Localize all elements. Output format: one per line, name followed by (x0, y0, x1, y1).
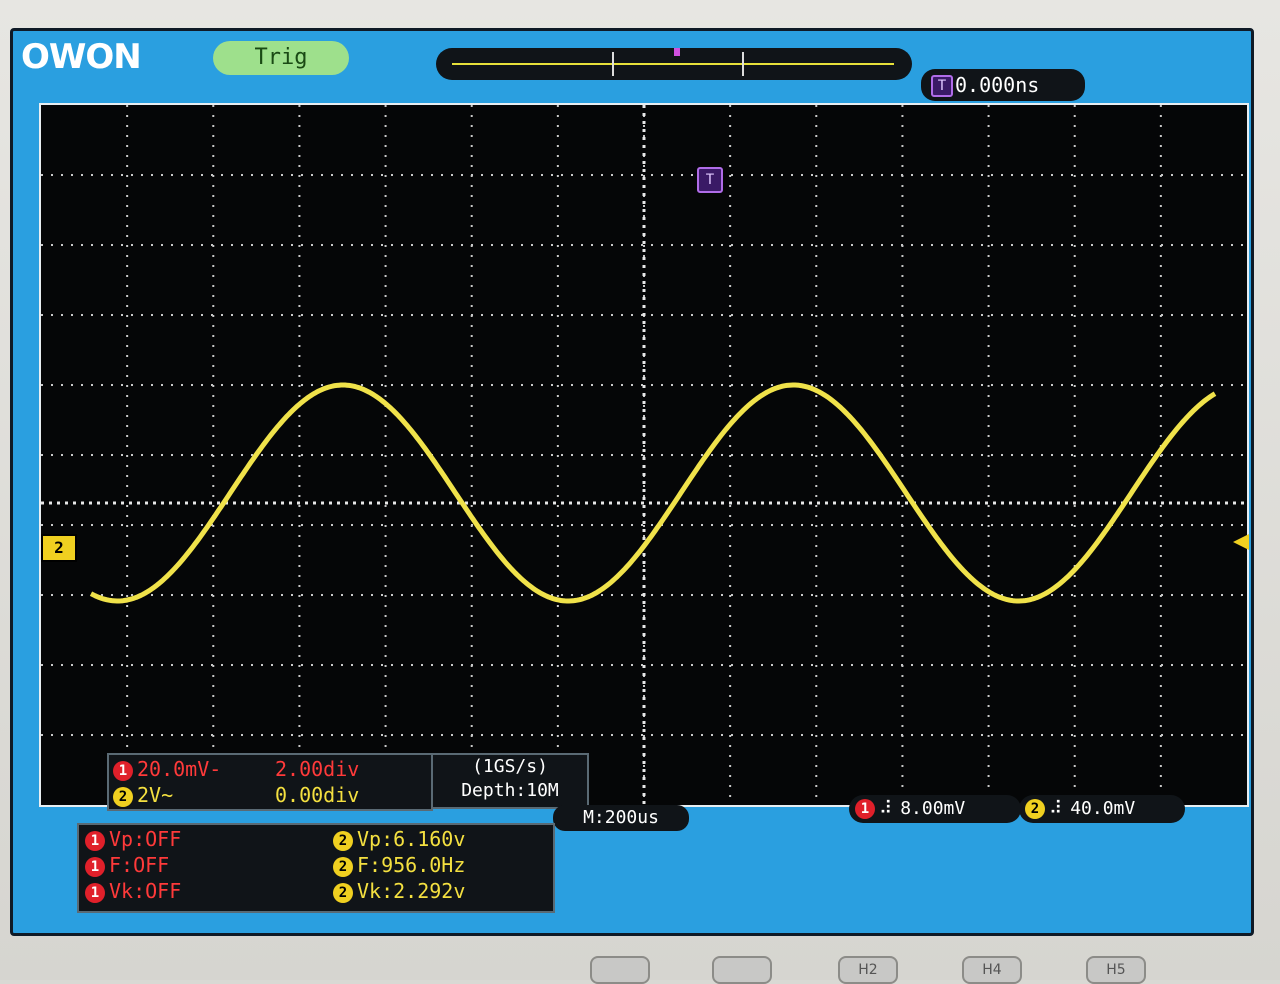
ch2-trigger-chip: 2 (1025, 799, 1045, 819)
trigger-t-icon: T (931, 75, 953, 97)
ch2-ground-marker[interactable]: 2 (41, 534, 77, 562)
timebase-readout: M:200us (553, 805, 689, 831)
memory-trigger-mark (674, 48, 680, 56)
trigger-status-badge: Trig (213, 41, 349, 75)
ch2-measure-f: 2 F:956.0Hz (333, 853, 465, 877)
ch2-chip: 2 (333, 831, 353, 851)
ch1-vp-value: Vp:OFF (109, 827, 182, 851)
owon-logo: OWON (21, 37, 142, 77)
graticule (41, 105, 1247, 805)
ch2-trigger-level: 40.0mV (1070, 798, 1136, 819)
ch1-trigger-chip: 1 (855, 799, 875, 819)
ch2-chip: 2 (113, 787, 133, 807)
ch2-waveform (89, 382, 1217, 604)
ch1-chip: 1 (85, 831, 105, 851)
ch1-offset: 2.00div (275, 757, 360, 781)
soft-button-row: H2 H4 H5 (0, 936, 1280, 984)
ch1-f-value: F:OFF (109, 853, 170, 877)
ch1-chip: 1 (85, 857, 105, 877)
channel-settings-panel: 1 20.0mV- 2.00div 2 2V~ 0.00div (107, 753, 433, 811)
rising-edge-icon: ⠼ (879, 798, 893, 819)
sample-rate: (1GS/s) (472, 756, 548, 777)
measurement-panel: 1 Vp:OFF 1 F:OFF 1 Vk:OFF 2 Vp:6.160v 2 F:956… (77, 823, 555, 913)
ch1-trigger-readout: 1 ⠼ 8.00mV (849, 795, 1021, 823)
oscilloscope-screen: OWON Trig T 0.000ns 2 T 1 20.0mV- 2.00div … (10, 28, 1254, 936)
ch2-f-value: F:956.0Hz (357, 853, 466, 877)
ch1-vk-value: Vk:OFF (109, 879, 182, 903)
ch2-chip: 2 (333, 883, 353, 903)
ch2-trigger-level-arrow[interactable] (1233, 534, 1249, 550)
ch2-chip: 2 (333, 857, 353, 877)
ch2-measure-vk: 2 Vk:2.292v (333, 879, 465, 903)
ch1-trigger-level: 8.00mV (900, 798, 966, 819)
memory-position-bar (436, 48, 912, 80)
ch1-measure-vk: 1 Vk:OFF (85, 879, 181, 903)
rising-edge-icon: ⠼ (1049, 798, 1063, 819)
ch1-measure-f: 1 F:OFF (85, 853, 169, 877)
ch1-volts-per-div: 20.0mV (137, 757, 210, 781)
trigger-position-marker[interactable]: T (697, 167, 723, 193)
ch1-chip: 1 (113, 761, 133, 781)
memory-depth: Depth:10M (461, 780, 559, 801)
ch2-trigger-readout: 2 ⠼ 40.0mV (1019, 795, 1185, 823)
ch1-coupling: - (209, 757, 222, 781)
waveform-grid: 2 T (39, 103, 1249, 807)
trigger-time-offset: T 0.000ns (921, 69, 1085, 101)
ch2-offset: 0.00div (275, 783, 360, 807)
ch2-vk-value: Vk:2.292v (357, 879, 466, 903)
ch2-settings: 2 2V~ 0.00div (113, 783, 431, 807)
ch2-vp-value: Vp:6.160v (357, 827, 466, 851)
ch2-measure-vp: 2 Vp:6.160v (333, 827, 465, 851)
trigger-time-value: 0.000ns (955, 73, 1040, 97)
ch1-settings: 1 20.0mV- 2.00div (113, 757, 431, 781)
ch1-chip: 1 (85, 883, 105, 903)
ch2-coupling: ~ (161, 783, 174, 807)
ch2-volts-per-div: 2V (137, 783, 162, 807)
acquisition-panel: (1GS/s) Depth:10M (431, 753, 589, 809)
ch1-measure-vp: 1 Vp:OFF (85, 827, 181, 851)
